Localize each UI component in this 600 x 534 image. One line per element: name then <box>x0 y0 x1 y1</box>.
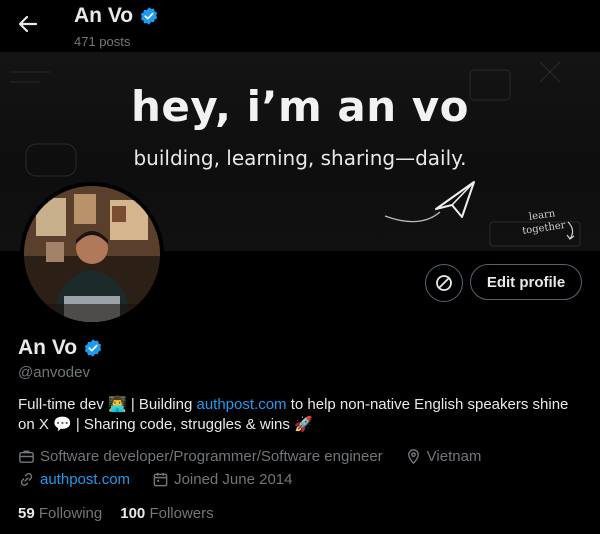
location-item: Vietnam <box>405 448 482 465</box>
location-pin-icon <box>407 449 419 465</box>
briefcase-icon <box>19 450 34 463</box>
back-arrow-icon <box>18 15 38 33</box>
link-icon <box>20 473 33 486</box>
followers-count: 100 <box>120 505 146 522</box>
category-item: Software developer/Programmer/Software e… <box>18 448 383 465</box>
website-item[interactable]: authpost.com <box>18 471 130 488</box>
website-link[interactable]: authpost.com <box>40 471 130 488</box>
top-bar: An Vo 471 posts <box>0 0 600 52</box>
profile-name-row: An Vo <box>18 336 103 360</box>
location-text: Vietnam <box>426 448 482 465</box>
curved-arrow-icon <box>566 221 575 240</box>
calendar-icon <box>153 472 168 487</box>
subscription-icon <box>436 275 452 291</box>
back-button[interactable] <box>14 10 42 38</box>
avatar-photo <box>24 186 160 322</box>
followers-label: Followers <box>149 505 214 522</box>
profile-meta-row1: Software developer/Programmer/Software e… <box>18 448 481 465</box>
follow-stats: 59 Following 100 Followers <box>18 505 214 522</box>
verified-badge-icon[interactable] <box>83 338 103 358</box>
paper-plane-icon <box>384 181 475 223</box>
category-text: Software developer/Programmer/Software e… <box>40 448 383 465</box>
verified-badge-icon <box>141 7 158 25</box>
profile-name: An Vo <box>18 336 78 359</box>
joined-text: Joined June 2014 <box>174 471 293 488</box>
bio-link[interactable]: authpost.com <box>196 396 286 413</box>
header-name: An Vo <box>74 4 134 27</box>
banner-subline: building, learning, sharing—daily. <box>133 146 467 170</box>
header-title: An Vo <box>74 4 159 28</box>
following-link[interactable]: 59 Following <box>18 505 102 522</box>
edit-profile-button[interactable]: Edit profile <box>470 264 582 300</box>
profile-avatar[interactable] <box>20 182 164 326</box>
profile-meta-row2: authpost.com Joined June 2014 <box>18 471 293 488</box>
profile-bio: Full-time dev 👨‍💻 | Building authpost.co… <box>18 395 584 435</box>
following-label: Following <box>38 505 103 522</box>
subscription-button[interactable] <box>425 264 463 302</box>
banner-headline: hey, i’m an vo <box>131 82 469 131</box>
profile-handle: @anvodev <box>18 364 90 381</box>
bio-text-start: Full-time dev 👨‍💻 | Building <box>18 396 197 413</box>
following-count: 59 <box>18 505 35 522</box>
joined-item: Joined June 2014 <box>152 471 293 488</box>
posts-count: 471 posts <box>74 34 131 49</box>
followers-link[interactable]: 100 Followers <box>120 505 213 522</box>
